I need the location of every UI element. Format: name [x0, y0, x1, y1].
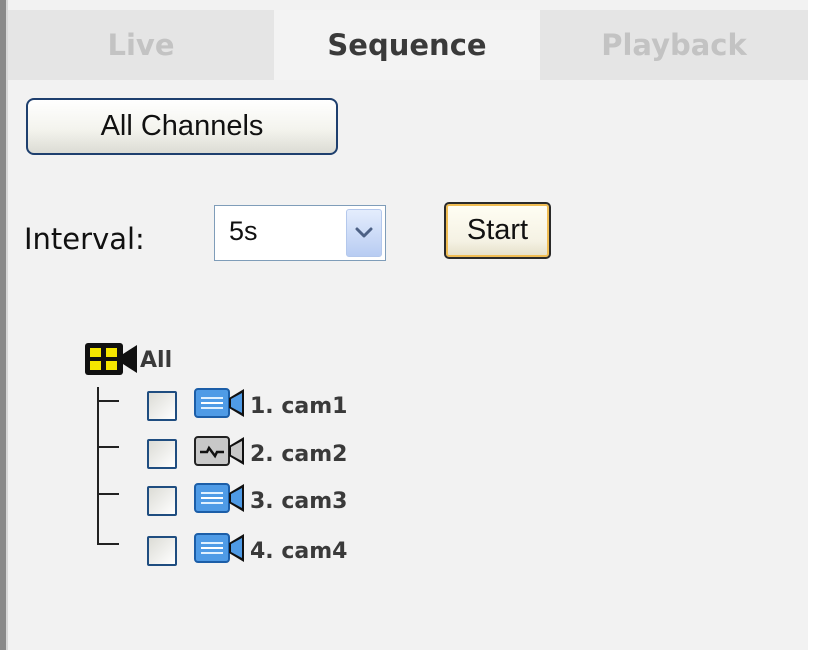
camera-label[interactable]: 3. cam3 — [250, 489, 347, 514]
camera-offline-icon — [193, 434, 247, 470]
chevron-down-icon[interactable] — [346, 209, 382, 257]
camera-row-1: 1. cam1 — [8, 386, 408, 426]
sequence-panel: Live Sequence Playback All Channels Inte… — [8, 0, 808, 650]
camera-checkbox[interactable] — [147, 536, 177, 566]
camera-label[interactable]: 4. cam4 — [250, 539, 347, 564]
camera-row-2: 2. cam2 — [8, 434, 408, 474]
tab-bar: Live Sequence Playback — [8, 10, 808, 80]
all-channels-button[interactable]: All Channels — [26, 98, 338, 155]
interval-select[interactable]: 5s — [214, 205, 386, 261]
camera-row-3: 3. cam3 — [8, 481, 408, 521]
interval-selected-value: 5s — [229, 216, 258, 246]
camera-row-4: 4. cam4 — [8, 531, 408, 571]
interval-label: Interval: — [24, 222, 145, 256]
camera-online-icon — [193, 531, 247, 567]
camera-online-icon — [193, 386, 247, 422]
tree-root-label[interactable]: All — [140, 348, 172, 373]
camera-checkbox[interactable] — [147, 391, 177, 421]
camera-checkbox[interactable] — [147, 439, 177, 469]
tab-live[interactable]: Live — [8, 10, 274, 80]
tab-playback[interactable]: Playback — [540, 10, 808, 80]
camera-label[interactable]: 2. cam2 — [250, 442, 347, 467]
camera-group-icon[interactable] — [84, 342, 138, 376]
start-button[interactable]: Start — [444, 202, 551, 259]
tab-sequence[interactable]: Sequence — [274, 10, 540, 80]
camera-checkbox[interactable] — [147, 486, 177, 516]
camera-label[interactable]: 1. cam1 — [250, 394, 347, 419]
camera-online-icon — [193, 481, 247, 517]
